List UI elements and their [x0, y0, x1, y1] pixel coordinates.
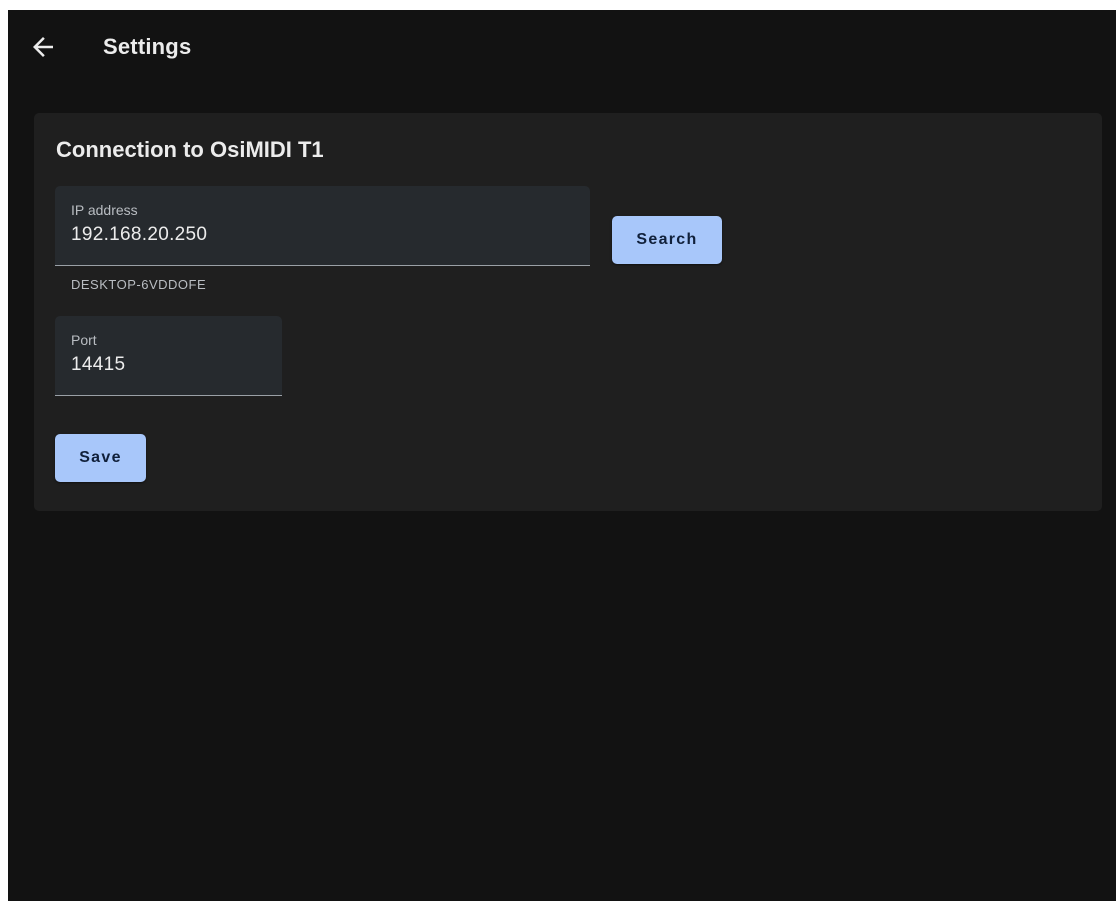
page-title: Settings — [103, 34, 192, 59]
settings-screen: Settings Connection to OsiMIDI T1 IP add… — [8, 10, 1116, 901]
card-title: Connection to OsiMIDI T1 — [56, 137, 324, 162]
port-field[interactable]: Port 14415 — [55, 316, 282, 396]
save-button[interactable]: Save — [55, 434, 146, 482]
ip-address-label: IP address — [71, 202, 138, 218]
connection-card: Connection to OsiMIDI T1 IP address 192.… — [34, 113, 1102, 511]
search-button[interactable]: Search — [612, 216, 722, 264]
ip-address-value[interactable]: 192.168.20.250 — [71, 224, 207, 246]
arrow-left-icon — [33, 37, 53, 57]
back-button[interactable] — [28, 32, 58, 62]
port-value[interactable]: 14415 — [71, 354, 125, 376]
ip-address-helper-text: DESKTOP-6VDDOFE — [71, 277, 207, 292]
port-label: Port — [71, 332, 97, 348]
app-bar: Settings — [8, 10, 1116, 88]
ip-address-field[interactable]: IP address 192.168.20.250 — [55, 186, 590, 266]
